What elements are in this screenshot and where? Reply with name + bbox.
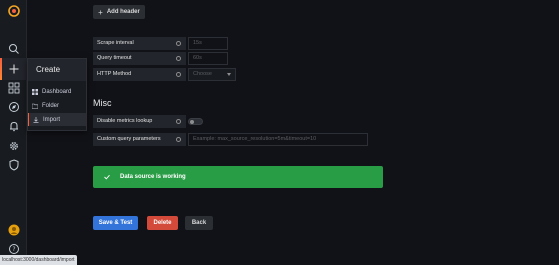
save-test-button[interactable]: Save & Test bbox=[93, 216, 138, 230]
compass-icon[interactable] bbox=[6, 99, 21, 114]
add-header-button[interactable]: + Add header bbox=[93, 5, 145, 19]
scrape-interval-label: Scrape interval bbox=[93, 37, 186, 50]
app-window: ? Create Dashboard Folder Import + Add h… bbox=[0, 0, 559, 265]
scrape-interval-input[interactable]: 15s bbox=[188, 37, 228, 50]
gear-icon[interactable] bbox=[6, 138, 21, 153]
info-icon[interactable] bbox=[176, 72, 181, 77]
plus-icon: + bbox=[98, 7, 103, 17]
info-icon[interactable] bbox=[176, 119, 181, 124]
grafana-logo-icon[interactable] bbox=[6, 3, 21, 18]
success-alert: Data source is working bbox=[93, 166, 383, 188]
plus-icon[interactable] bbox=[0, 58, 27, 80]
http-method-label: HTTP Method bbox=[93, 68, 186, 81]
query-timeout-input[interactable]: 60s bbox=[188, 52, 228, 65]
alert-text: Data source is working bbox=[120, 174, 186, 180]
apps-icon[interactable] bbox=[6, 80, 21, 95]
main-content: + Add header Scrape interval 15s Query t… bbox=[27, 0, 559, 265]
delete-button[interactable]: Delete bbox=[147, 216, 178, 230]
svg-text:?: ? bbox=[12, 246, 15, 253]
http-method-select[interactable]: Choose bbox=[188, 68, 236, 81]
misc-section-title: Misc bbox=[93, 98, 112, 108]
search-icon[interactable] bbox=[6, 41, 21, 56]
info-icon[interactable] bbox=[176, 56, 181, 61]
help-icon[interactable]: ? bbox=[6, 241, 21, 256]
check-icon bbox=[104, 174, 110, 180]
disable-metrics-label: Disable metrics lookup bbox=[93, 115, 186, 128]
query-timeout-label: Query timeout bbox=[93, 52, 186, 65]
chevron-down-icon bbox=[227, 73, 231, 76]
back-button[interactable]: Back bbox=[185, 216, 213, 230]
sidebar: ? bbox=[0, 0, 27, 265]
bell-icon[interactable] bbox=[6, 118, 21, 133]
disable-metrics-toggle[interactable] bbox=[188, 118, 203, 125]
status-bar-url: localhost:3000/dashboard/import bbox=[0, 255, 77, 265]
custom-query-label: Custom query parameters bbox=[93, 133, 186, 146]
add-header-label: Add header bbox=[106, 9, 140, 15]
info-icon[interactable] bbox=[176, 41, 181, 46]
user-avatar[interactable] bbox=[6, 222, 21, 237]
custom-query-input[interactable]: Example: max_source_resolution=5m&timeou… bbox=[188, 133, 368, 146]
info-icon[interactable] bbox=[176, 137, 181, 142]
shield-icon[interactable] bbox=[6, 157, 21, 172]
